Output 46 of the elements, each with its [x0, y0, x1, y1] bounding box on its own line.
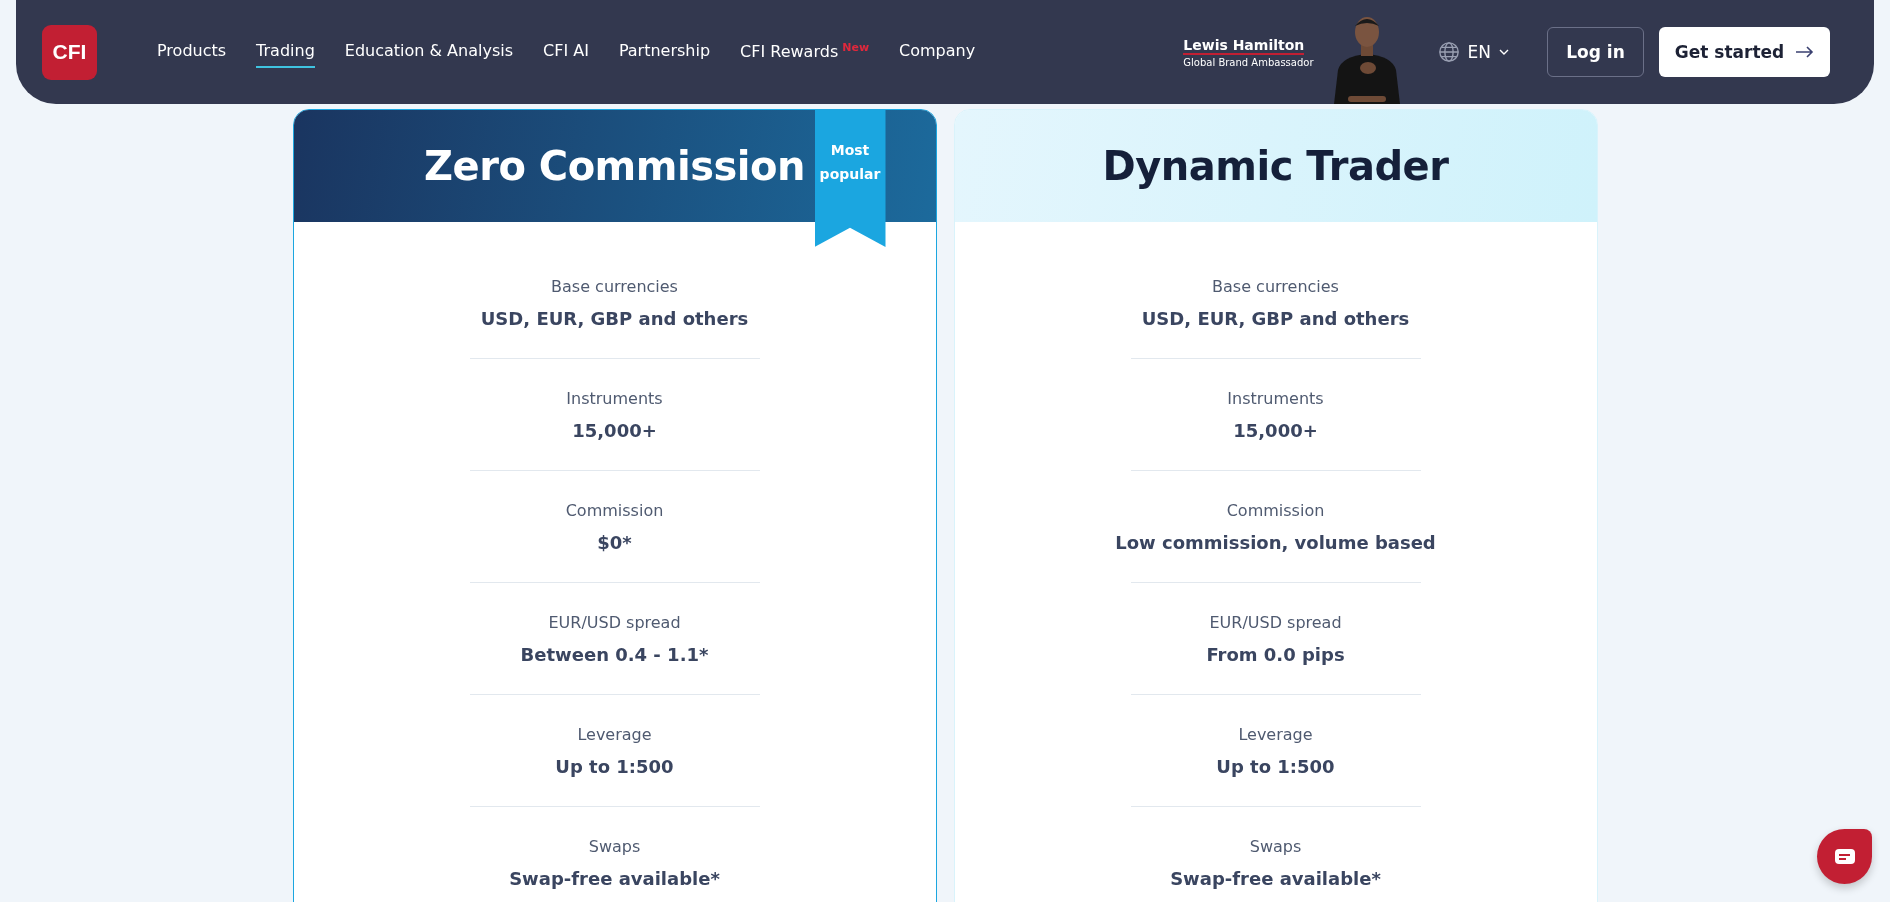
- login-button[interactable]: Log in: [1547, 27, 1644, 77]
- feature-value: From 0.0 pips: [1206, 644, 1345, 665]
- nav-link[interactable]: Products: [157, 35, 227, 69]
- nav-link[interactable]: CFI AI: [543, 35, 589, 69]
- feature-value: Between 0.4 - 1.1*: [520, 644, 709, 665]
- feature-label: Instruments: [1227, 389, 1324, 408]
- feature-label: EUR/USD spread: [1209, 613, 1342, 632]
- chat-icon: [1834, 849, 1855, 864]
- nav-link[interactable]: Partnership: [618, 35, 711, 69]
- feature-label: Swaps: [588, 837, 641, 856]
- feature-value: Swap-free available*: [1170, 868, 1381, 889]
- logo[interactable]: CFI: [42, 24, 97, 80]
- chat-button[interactable]: [1817, 829, 1872, 884]
- language-selector[interactable]: EN: [1431, 40, 1515, 64]
- feature-value: 15,000+: [1233, 420, 1318, 441]
- plan-title: Zero Commission: [424, 143, 805, 189]
- feature-value: $0*: [597, 532, 632, 553]
- feature-label: Instruments: [566, 389, 663, 408]
- nav-link[interactable]: CFI Rewards $^{New}$: [740, 34, 870, 70]
- feature-label: Base currencies: [551, 277, 678, 296]
- feature-value: Up to 1:500: [555, 756, 674, 777]
- arrow-right-icon: [1796, 46, 1815, 58]
- feature-value: Low commission, volume based: [1115, 532, 1436, 553]
- feature-value: Swap-free available*: [509, 868, 720, 889]
- feature-label: Commission: [1226, 501, 1325, 520]
- plan-title: Dynamic Trader: [1102, 143, 1449, 189]
- feature-label: Base currencies: [1212, 277, 1339, 296]
- most-popular-ribbon: Most popular: [814, 110, 886, 247]
- globe-icon: [1437, 41, 1460, 63]
- feature-label: EUR/USD spread: [548, 613, 681, 632]
- feature-value: USD, EUR, GBP and others: [480, 308, 749, 329]
- chevron-down-icon: [1499, 49, 1509, 55]
- feature-value: 15,000+: [572, 420, 657, 441]
- nav-link[interactable]: Trading: [256, 35, 315, 69]
- feature-value: Up to 1:500: [1216, 756, 1335, 777]
- get-started-button[interactable]: Get started: [1659, 27, 1830, 77]
- nav-link[interactable]: Company: [899, 35, 976, 69]
- feature-value: USD, EUR, GBP and others: [1141, 308, 1410, 329]
- feature-label: Swaps: [1249, 837, 1302, 856]
- new-label: New: [842, 40, 870, 54]
- feature-label: Leverage: [1238, 725, 1313, 744]
- feature-label: Leverage: [577, 725, 652, 744]
- nav-link[interactable]: Education & Analysis: [344, 35, 514, 69]
- ambassador-role: Global Brand Ambassador: [1183, 56, 1314, 68]
- feature-label: Commission: [565, 501, 664, 520]
- ambassador-name: Lewis Hamilton: [1183, 36, 1305, 55]
